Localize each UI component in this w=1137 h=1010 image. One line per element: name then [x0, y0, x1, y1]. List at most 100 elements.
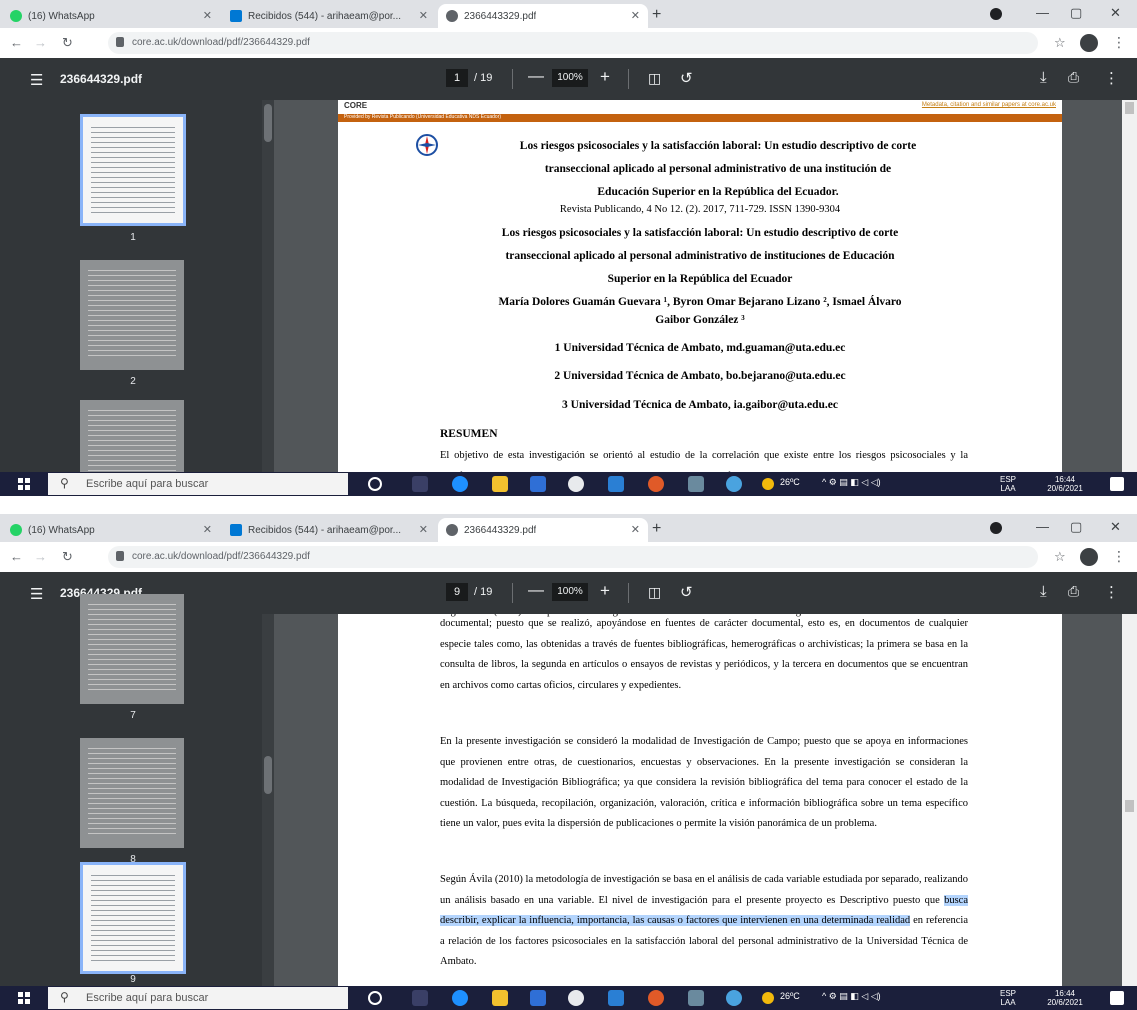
cortana-icon[interactable]: [368, 477, 382, 491]
sidebar-scrollbar[interactable]: [262, 614, 274, 986]
page-thumbnail[interactable]: [80, 114, 186, 226]
rotate-icon[interactable]: ↺: [680, 583, 693, 601]
task-view-icon[interactable]: [412, 476, 428, 492]
record-icon[interactable]: [990, 522, 1002, 534]
tab-mail[interactable]: Recibidos (544) - arihaeam@por... ✕: [222, 4, 436, 28]
zoom-out-button[interactable]: —: [528, 582, 544, 600]
tab-pdf[interactable]: 2366443329.pdf ✕: [438, 518, 648, 542]
close-icon[interactable]: ✕: [631, 9, 640, 22]
weather-icon[interactable]: [762, 478, 774, 490]
app-icon[interactable]: [688, 476, 704, 492]
app-icon[interactable]: [608, 990, 624, 1006]
app-icon[interactable]: [688, 990, 704, 1006]
profile-avatar[interactable]: [1080, 34, 1098, 52]
edge-icon[interactable]: [452, 990, 468, 1006]
windows-start-icon[interactable]: [18, 992, 30, 1004]
hamburger-menu-icon[interactable]: ☰: [30, 71, 43, 89]
reload-icon[interactable]: ↻: [62, 35, 73, 51]
more-actions-icon[interactable]: ⋮: [1104, 583, 1119, 601]
clock[interactable]: 16:44 20/6/2021: [1040, 475, 1090, 493]
bookmark-star-icon[interactable]: ☆: [1054, 35, 1066, 51]
system-tray-icons[interactable]: ^ ⚙ ▤ ◧ ◁ ◁): [822, 477, 881, 488]
new-tab-button[interactable]: +: [652, 520, 661, 538]
task-view-icon[interactable]: [412, 990, 428, 1006]
zoom-input[interactable]: 100%: [552, 583, 588, 601]
download-icon[interactable]: ⤓: [1040, 69, 1047, 86]
document-scrollbar[interactable]: [1122, 100, 1137, 472]
back-icon[interactable]: ←: [10, 549, 23, 564]
tab-pdf[interactable]: 2366443329.pdf ✕: [438, 4, 648, 28]
maximize-icon[interactable]: ▢: [1070, 519, 1082, 535]
tab-mail[interactable]: Recibidos (544) - arihaeam@por... ✕: [222, 518, 436, 542]
tab-whatsapp[interactable]: (16) WhatsApp ✕: [2, 518, 220, 542]
forward-icon[interactable]: →: [34, 549, 47, 564]
scrollbar-handle[interactable]: [1125, 102, 1134, 114]
help-icon[interactable]: [726, 476, 742, 492]
cortana-icon[interactable]: [368, 991, 382, 1005]
windows-start-icon[interactable]: [18, 478, 30, 490]
file-explorer-icon[interactable]: [492, 990, 508, 1006]
close-icon[interactable]: ✕: [419, 9, 428, 22]
minimize-icon[interactable]: —: [1036, 5, 1049, 20]
scrollbar-handle[interactable]: [264, 756, 272, 794]
clock[interactable]: 16:44 20/6/2021: [1040, 989, 1090, 1007]
page-thumbnail[interactable]: [80, 260, 184, 370]
scrollbar-handle[interactable]: [264, 104, 272, 142]
help-icon[interactable]: [726, 990, 742, 1006]
maximize-icon[interactable]: ▢: [1070, 5, 1082, 21]
print-icon[interactable]: ⎙: [1068, 583, 1079, 600]
system-tray-icons[interactable]: ^ ⚙ ▤ ◧ ◁ ◁): [822, 991, 881, 1002]
rotate-icon[interactable]: ↺: [680, 69, 693, 87]
zoom-out-button[interactable]: —: [528, 68, 544, 86]
forward-icon[interactable]: →: [34, 35, 47, 50]
firefox-icon[interactable]: [648, 990, 664, 1006]
taskbar-search[interactable]: ⚲ Escribe aquí para buscar: [48, 987, 348, 1009]
page-number-input[interactable]: 1: [446, 69, 468, 87]
fit-page-icon[interactable]: ◫: [648, 70, 661, 87]
close-window-icon[interactable]: ✕: [1110, 519, 1121, 535]
file-explorer-icon[interactable]: [492, 476, 508, 492]
chrome-icon[interactable]: [568, 476, 584, 492]
language-indicator[interactable]: ESP LAA: [1000, 475, 1016, 493]
firefox-icon[interactable]: [648, 476, 664, 492]
address-bar[interactable]: core.ac.uk/download/pdf/236644329.pdf: [108, 546, 1038, 568]
core-metadata-link[interactable]: Metadata, citation and similar papers at…: [922, 102, 1056, 108]
record-icon[interactable]: [990, 8, 1002, 20]
fit-page-icon[interactable]: ◫: [648, 584, 661, 601]
weather-icon[interactable]: [762, 992, 774, 1004]
scrollbar-handle[interactable]: [1125, 800, 1134, 812]
dropbox-icon[interactable]: [530, 990, 546, 1006]
download-icon[interactable]: ⤓: [1040, 583, 1047, 600]
browser-menu-icon[interactable]: ⋮: [1112, 548, 1126, 565]
tab-whatsapp[interactable]: (16) WhatsApp ✕: [2, 4, 220, 28]
close-window-icon[interactable]: ✕: [1110, 5, 1121, 21]
notification-icon[interactable]: [1110, 991, 1124, 1005]
taskbar-search[interactable]: ⚲ Escribe aquí para buscar: [48, 473, 348, 495]
chrome-icon[interactable]: [568, 990, 584, 1006]
close-icon[interactable]: ✕: [203, 9, 212, 22]
close-icon[interactable]: ✕: [419, 523, 428, 536]
language-indicator[interactable]: ESP LAA: [1000, 989, 1016, 1007]
minimize-icon[interactable]: —: [1036, 519, 1049, 534]
notification-icon[interactable]: [1110, 477, 1124, 491]
page-thumbnail[interactable]: [80, 594, 184, 704]
back-icon[interactable]: ←: [10, 35, 23, 50]
app-icon[interactable]: [608, 476, 624, 492]
close-icon[interactable]: ✕: [203, 523, 212, 536]
reload-icon[interactable]: ↻: [62, 549, 73, 565]
new-tab-button[interactable]: +: [652, 6, 661, 24]
page-thumbnail[interactable]: [80, 862, 186, 974]
close-icon[interactable]: ✕: [631, 523, 640, 536]
print-icon[interactable]: ⎙: [1068, 69, 1079, 86]
sidebar-scrollbar[interactable]: [262, 100, 274, 472]
profile-avatar[interactable]: [1080, 548, 1098, 566]
browser-menu-icon[interactable]: ⋮: [1112, 34, 1126, 51]
zoom-in-button[interactable]: +: [600, 67, 610, 87]
dropbox-icon[interactable]: [530, 476, 546, 492]
zoom-input[interactable]: 100%: [552, 69, 588, 87]
document-scrollbar[interactable]: [1122, 614, 1137, 986]
page-thumbnail[interactable]: [80, 738, 184, 848]
more-actions-icon[interactable]: ⋮: [1104, 69, 1119, 87]
edge-icon[interactable]: [452, 476, 468, 492]
hamburger-menu-icon[interactable]: ☰: [30, 585, 43, 603]
